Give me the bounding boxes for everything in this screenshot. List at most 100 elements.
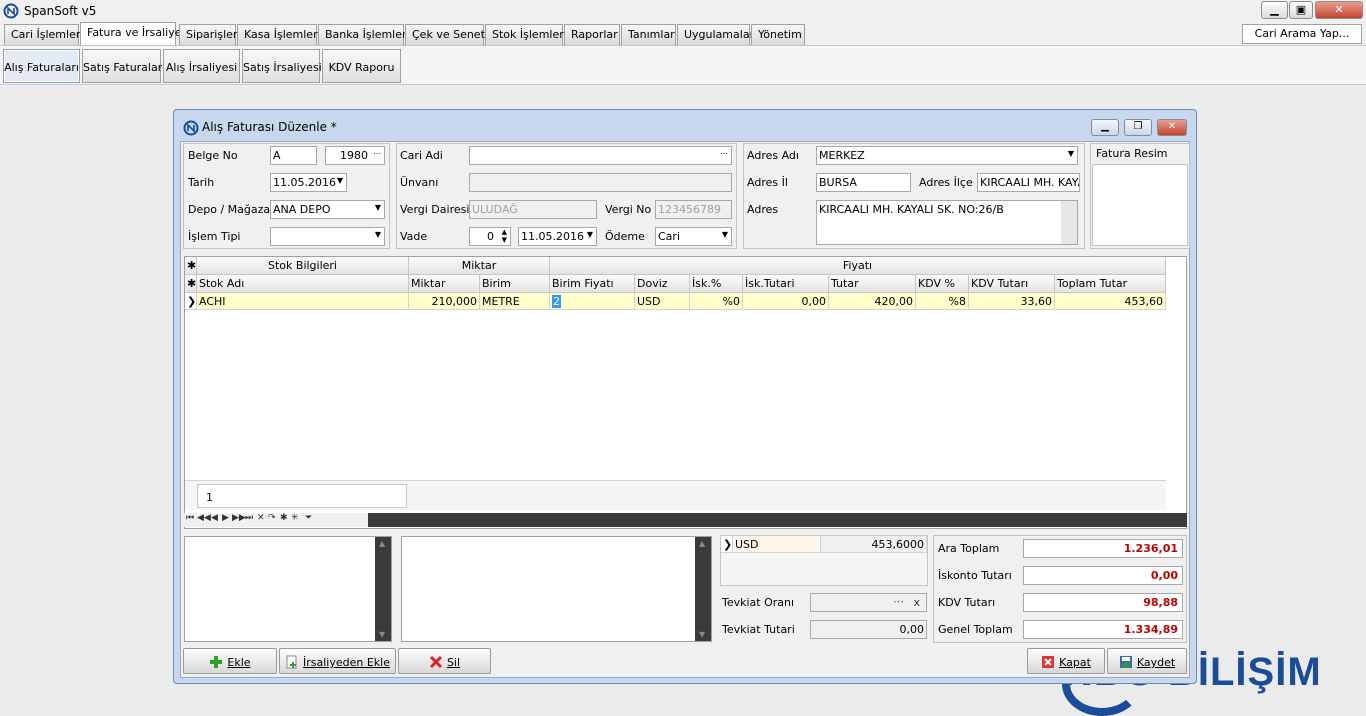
cell-isk-yuzde[interactable]: %0: [690, 293, 743, 310]
ellipsis-icon[interactable]: ⋯: [893, 595, 904, 608]
vergi-no-input[interactable]: 123456789: [655, 200, 732, 219]
tab-banka-islemleri[interactable]: Banka İşlemleri: [318, 24, 410, 45]
band-stok[interactable]: Stok Bilgileri: [197, 257, 409, 275]
nav-last-icon[interactable]: ⏭: [245, 513, 253, 523]
nav-prev-page-icon[interactable]: ◀◀: [197, 513, 211, 523]
nav-next-page-icon[interactable]: ▶▶: [232, 513, 246, 523]
chevron-down-icon[interactable]: ▼: [375, 203, 381, 212]
tevkiat-orani-input[interactable]: ⋯ x: [810, 593, 927, 612]
aciklama-memo-1[interactable]: ▲ ▼: [184, 536, 392, 642]
nav-first-icon[interactable]: ⏮: [186, 513, 194, 523]
close-button[interactable]: ✕: [1315, 1, 1363, 19]
col-toplam-tutar[interactable]: Toplam Tutar: [1055, 275, 1166, 293]
tab-raporlar[interactable]: Raporlar: [564, 24, 620, 45]
tevkiat-clear-button[interactable]: x: [913, 596, 920, 609]
vade-spin[interactable]: 0 ▲ ▼: [469, 227, 511, 246]
cari-arama-button[interactable]: Cari Arama Yap...: [1242, 24, 1362, 44]
nav-prev-icon[interactable]: ◀: [211, 513, 218, 523]
subtab-alis-irsaliyesi[interactable]: Alış İrsaliyesi: [163, 49, 240, 83]
band-fiyat[interactable]: Fiyatı: [550, 257, 1166, 275]
col-tutar[interactable]: Tutar: [829, 275, 916, 293]
memo-2-scrollbar[interactable]: ▲ ▼: [695, 537, 711, 641]
cell-doviz[interactable]: USD: [635, 293, 690, 310]
kapat-button[interactable]: Kapat: [1027, 648, 1105, 674]
tevkiat-tutari-input[interactable]: 0,00: [810, 620, 927, 639]
tab-siparisler[interactable]: Siparişler: [179, 24, 237, 45]
maximize-button[interactable]: ▣: [1289, 1, 1313, 19]
chevron-down-icon[interactable]: ▼: [375, 230, 381, 239]
tab-kasa-islemleri[interactable]: Kasa İşlemleri: [237, 24, 321, 45]
col-stok-adi[interactable]: Stok Adı: [197, 275, 409, 293]
adres-ilce-input[interactable]: KIRCAALI MH. KAYALI: [977, 173, 1080, 192]
memo-1-scrollbar[interactable]: ▲ ▼: [375, 537, 391, 641]
col-doviz[interactable]: Doviz: [635, 275, 690, 293]
row-indicator-icon[interactable]: ❯: [185, 293, 197, 310]
band-miktar[interactable]: Miktar: [409, 257, 550, 275]
fatura-resim-image[interactable]: [1092, 164, 1188, 246]
dialog-restore-button[interactable]: ❐: [1124, 119, 1152, 136]
col-kdv-tutari[interactable]: KDV Tutarı: [969, 275, 1055, 293]
adres-textarea[interactable]: KIRCAALI MH. KAYALI SK. NO:26/B: [816, 200, 1078, 245]
subtab-satis-faturalari[interactable]: Satış Faturaları: [82, 49, 165, 83]
cell-toplam-tutar[interactable]: 453,60: [1055, 293, 1166, 310]
tab-tanimlar[interactable]: Tanımlar: [621, 24, 676, 45]
ellipsis-icon[interactable]: ⋯: [373, 149, 381, 158]
ekle-button[interactable]: Ekle: [183, 648, 277, 674]
nav-filter-icon[interactable]: ⏷: [305, 513, 312, 523]
col-isk-yuzde[interactable]: İsk.%: [690, 275, 743, 293]
vade-tarih-input[interactable]: 11.05.2016 ▼: [518, 227, 597, 246]
minimize-button[interactable]: ▁: [1261, 1, 1288, 19]
currency-row-indicator-icon[interactable]: ❯: [721, 536, 733, 553]
subtab-satis-irsaliyesi[interactable]: Satış İrsaliyesi: [242, 49, 322, 83]
spin-arrows-icon[interactable]: ▲ ▼: [502, 228, 507, 244]
sil-button[interactable]: Sil: [398, 648, 491, 674]
subtab-alis-faturalari[interactable]: Alış Faturaları: [3, 49, 80, 83]
cell-birim-fiyati[interactable]: 2: [550, 293, 635, 310]
subtab-kdv-raporu[interactable]: KDV Raporu: [322, 49, 401, 83]
col-birim[interactable]: Birim: [480, 275, 550, 293]
nav-refresh-icon[interactable]: ↷: [268, 513, 276, 523]
tab-stok-islemleri[interactable]: Stok İşlemleri: [485, 24, 567, 45]
dialog-minimize-button[interactable]: ▁: [1091, 119, 1119, 136]
tab-cari-islemleri[interactable]: Cari İşlemleri: [4, 24, 83, 45]
tab-fatura-irsaliye[interactable]: Fatura ve İrsaliye: [80, 22, 182, 45]
cell-tutar[interactable]: 420,00: [829, 293, 916, 310]
adres-adi-select[interactable]: MERKEZ ▼: [816, 146, 1078, 165]
cell-birim[interactable]: METRE: [480, 293, 550, 310]
currency-amount[interactable]: 453,6000: [821, 536, 927, 553]
cari-adi-input[interactable]: ⋯: [469, 146, 732, 165]
kaydet-button[interactable]: Kaydet: [1107, 648, 1187, 674]
cell-isk-tutari[interactable]: 0,00: [743, 293, 829, 310]
aciklama-memo-2[interactable]: ▲ ▼: [401, 536, 712, 642]
belge-no-input[interactable]: 1980 ⋯: [325, 146, 385, 165]
grid-hscrollbar[interactable]: [368, 513, 1187, 527]
chevron-down-icon[interactable]: ▼: [587, 230, 593, 239]
tab-uygulamalar[interactable]: Uygulamalar: [677, 24, 754, 45]
cell-stok-adi[interactable]: ACHI: [197, 293, 409, 310]
irsaliyeden-ekle-button[interactable]: İrsaliyeden Ekle: [279, 648, 396, 674]
nav-next-icon[interactable]: ▶: [222, 513, 229, 523]
nav-delete-icon[interactable]: ✕: [257, 513, 265, 523]
cell-kdv-yuzde[interactable]: %8: [916, 293, 969, 310]
nav-insert-icon[interactable]: ✱: [280, 513, 288, 523]
depo-select[interactable]: ANA DEPO ▼: [270, 200, 385, 219]
adres-il-input[interactable]: BURSA: [816, 173, 911, 192]
adres-scrollbar[interactable]: [1061, 201, 1077, 244]
islem-tipi-select[interactable]: ▼: [270, 227, 385, 246]
chevron-down-icon[interactable]: ▼: [337, 176, 343, 185]
tab-cek-senet[interactable]: Çek ve Senet: [405, 24, 485, 45]
chevron-down-icon[interactable]: ▼: [1068, 149, 1074, 158]
cell-birim-fiyati-editor[interactable]: 2: [552, 295, 561, 308]
vergi-dairesi-input[interactable]: ULUDAĞ: [469, 200, 597, 219]
odeme-select[interactable]: Cari ▼: [655, 227, 732, 246]
unvan-input[interactable]: [469, 173, 732, 192]
col-isk-tutari[interactable]: İsk.Tutari: [743, 275, 829, 293]
currency-code[interactable]: USD: [733, 536, 821, 553]
ellipsis-icon[interactable]: ⋯: [720, 149, 728, 158]
cell-miktar[interactable]: 210,000: [409, 293, 480, 310]
col-birim-fiyati[interactable]: Birim Fiyatı: [550, 275, 635, 293]
chevron-down-icon[interactable]: ▼: [722, 230, 728, 239]
cell-kdv-tutari[interactable]: 33,60: [969, 293, 1055, 310]
tarih-input[interactable]: 11.05.2016 ▼: [270, 173, 347, 192]
dialog-close-button[interactable]: ✕: [1157, 119, 1187, 136]
